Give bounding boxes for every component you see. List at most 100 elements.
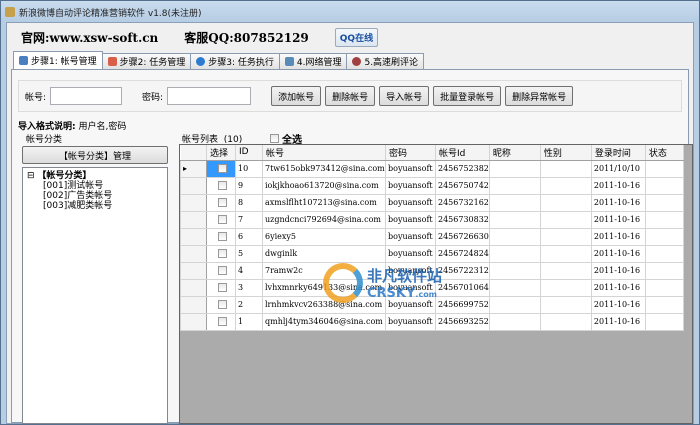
row-checkbox[interactable] bbox=[217, 164, 227, 174]
select-cell[interactable] bbox=[206, 295, 236, 314]
table-cell: 2456726630 bbox=[435, 227, 490, 246]
user-icon bbox=[19, 56, 28, 65]
table-cell bbox=[539, 210, 592, 229]
category-tree: ⊟ 【帐号分类】 [001]测试帐号 [002]广告类帐号 [003]减肥类帐号 bbox=[22, 167, 168, 424]
row-header[interactable] bbox=[180, 227, 207, 246]
table-cell: 7tw615obk973412@sina.com bbox=[262, 159, 386, 178]
table-cell bbox=[644, 176, 684, 195]
column-header[interactable]: 密码 bbox=[385, 145, 436, 161]
row-header[interactable]: ▸ bbox=[180, 159, 207, 178]
select-cell[interactable] bbox=[206, 227, 236, 246]
add-account-button[interactable]: 添加帐号 bbox=[271, 86, 322, 106]
account-label: 帐号: bbox=[25, 92, 47, 103]
column-header[interactable]: 性别 bbox=[540, 145, 592, 161]
table-cell: boyuansoft bbox=[385, 159, 436, 178]
row-checkbox[interactable] bbox=[217, 232, 227, 242]
row-checkbox[interactable] bbox=[217, 215, 227, 225]
row-header[interactable] bbox=[180, 210, 207, 229]
row-header[interactable] bbox=[180, 278, 207, 297]
select-cell[interactable] bbox=[206, 278, 236, 297]
table-cell: 6 bbox=[235, 227, 263, 246]
table-cell: 2456693252 bbox=[435, 312, 490, 331]
column-header[interactable]: 选择 bbox=[206, 145, 236, 161]
row-header[interactable] bbox=[180, 193, 207, 212]
table-cell bbox=[539, 159, 592, 178]
row-header[interactable] bbox=[180, 176, 207, 195]
row-header[interactable] bbox=[180, 261, 207, 280]
column-header[interactable]: 昵称 bbox=[489, 145, 541, 161]
column-header[interactable]: ID bbox=[235, 145, 263, 161]
row-checkbox[interactable] bbox=[217, 266, 227, 276]
password-input[interactable] bbox=[167, 87, 252, 105]
account-input[interactable] bbox=[50, 87, 123, 105]
table-cell: 9 bbox=[235, 176, 263, 195]
table-row[interactable]: 7 uzgndcnci792694@sina.com boyuansoft 24567… bbox=[180, 210, 684, 229]
delete-abnormal-button[interactable]: 删除异常帐号 bbox=[505, 86, 574, 106]
tab-network-management[interactable]: 4.网络管理 bbox=[278, 53, 348, 69]
table-cell: boyuansoft bbox=[385, 193, 436, 212]
table-cell: 2011-10-16 bbox=[590, 176, 646, 195]
table-cell: 2011-10-16 bbox=[590, 227, 646, 246]
select-cell[interactable] bbox=[206, 176, 236, 195]
table-cell bbox=[488, 278, 541, 297]
website-text: 官网:www.xsw-soft.cn bbox=[21, 31, 159, 45]
tree-root[interactable]: ⊟ 【帐号分类】 bbox=[27, 171, 163, 181]
table-cell bbox=[644, 295, 684, 314]
row-checkbox[interactable] bbox=[217, 181, 227, 191]
qq-online-button[interactable]: QQ在线 bbox=[334, 28, 379, 47]
tab-task-management[interactable]: 步骤2: 任务管理 bbox=[101, 53, 192, 69]
tab-fast-comment[interactable]: 5.高速刷评论 bbox=[346, 53, 425, 69]
delete-account-button[interactable]: 删除帐号 bbox=[325, 86, 376, 106]
table-row[interactable]: 8 axmslflht107213@sina.com boyuansoft 24567… bbox=[180, 193, 684, 212]
table-cell: 2456752382 bbox=[435, 159, 490, 178]
tree-item[interactable]: [001]测试帐号 bbox=[27, 181, 163, 191]
row-checkbox[interactable] bbox=[217, 283, 227, 293]
select-cell[interactable] bbox=[206, 261, 236, 280]
tab-bar: 步骤1: 帐号管理 步骤2: 任务管理 步骤3: 任务执行 4.网络管理 5.高… bbox=[13, 51, 425, 69]
tab-account-management[interactable]: 步骤1: 帐号管理 bbox=[13, 51, 103, 69]
row-checkbox[interactable] bbox=[217, 198, 227, 208]
app-icon bbox=[5, 7, 15, 17]
column-header[interactable]: 帐号 bbox=[262, 145, 386, 161]
table-cell bbox=[488, 295, 541, 314]
row-header[interactable] bbox=[180, 312, 207, 331]
table-row[interactable]: 5 dwginlk boyuansoft 2456724824 2011-10-16 bbox=[180, 244, 684, 263]
row-checkbox[interactable] bbox=[217, 249, 227, 259]
password-label: 密码: bbox=[142, 92, 164, 103]
table-row[interactable]: ▸ 10 7tw615obk973412@sina.com boyuansoft 245… bbox=[180, 159, 684, 178]
table-cell: 2011-10-16 bbox=[590, 210, 646, 229]
tree-item[interactable]: [002]广告类帐号 bbox=[27, 191, 163, 201]
select-cell[interactable] bbox=[206, 312, 236, 331]
table-cell bbox=[539, 244, 592, 263]
select-cell[interactable] bbox=[206, 159, 236, 178]
table-cell bbox=[488, 244, 541, 263]
app-window: 新浪微博自动评论精准营销软件 v1.8(未注册) 官网:www.xsw-soft… bbox=[0, 0, 700, 425]
select-cell[interactable] bbox=[206, 244, 236, 263]
table-row[interactable]: 6 6yiexy5 boyuansoft 2456726630 2011-10-16 bbox=[180, 227, 684, 246]
table-row[interactable]: 9 iokjkhoao613720@sina.com boyuansoft 24567… bbox=[180, 176, 684, 195]
import-account-button[interactable]: 导入帐号 bbox=[379, 86, 430, 106]
tree-item[interactable]: [003]减肥类帐号 bbox=[27, 201, 163, 211]
row-checkbox[interactable] bbox=[217, 300, 227, 310]
column-header[interactable]: 状态 bbox=[645, 145, 684, 161]
batch-login-button[interactable]: 批量登录帐号 bbox=[433, 86, 502, 106]
table-cell: 2456699752 bbox=[435, 295, 490, 314]
tab-task-execution[interactable]: 步骤3: 任务执行 bbox=[190, 53, 280, 69]
record-icon bbox=[352, 57, 362, 66]
category-manage-button[interactable]: 【帐号分类】管理 bbox=[22, 146, 168, 164]
row-header-corner bbox=[180, 145, 207, 161]
column-header[interactable]: 登录时间 bbox=[591, 145, 646, 161]
table-cell: boyuansoft bbox=[385, 227, 436, 246]
select-cell[interactable] bbox=[206, 193, 236, 212]
select-cell[interactable] bbox=[206, 210, 236, 229]
column-header[interactable]: 帐号Id bbox=[435, 145, 490, 161]
row-header[interactable] bbox=[180, 244, 207, 263]
table-row[interactable]: 1 qmhlj4tym346046@sina.com boyuansoft 24566… bbox=[180, 312, 684, 331]
row-checkbox[interactable] bbox=[217, 317, 227, 327]
account-form: 帐号: 密码: 添加帐号 删除帐号 导入帐号 批量登录帐号 删除异常帐号 bbox=[18, 80, 682, 112]
calendar-icon bbox=[107, 57, 117, 66]
row-header[interactable] bbox=[180, 295, 207, 314]
collapse-icon[interactable]: ⊟ bbox=[27, 171, 35, 181]
table-cell: 2011/10/10 bbox=[590, 159, 646, 178]
table-cell: 2011-10-16 bbox=[590, 244, 646, 263]
